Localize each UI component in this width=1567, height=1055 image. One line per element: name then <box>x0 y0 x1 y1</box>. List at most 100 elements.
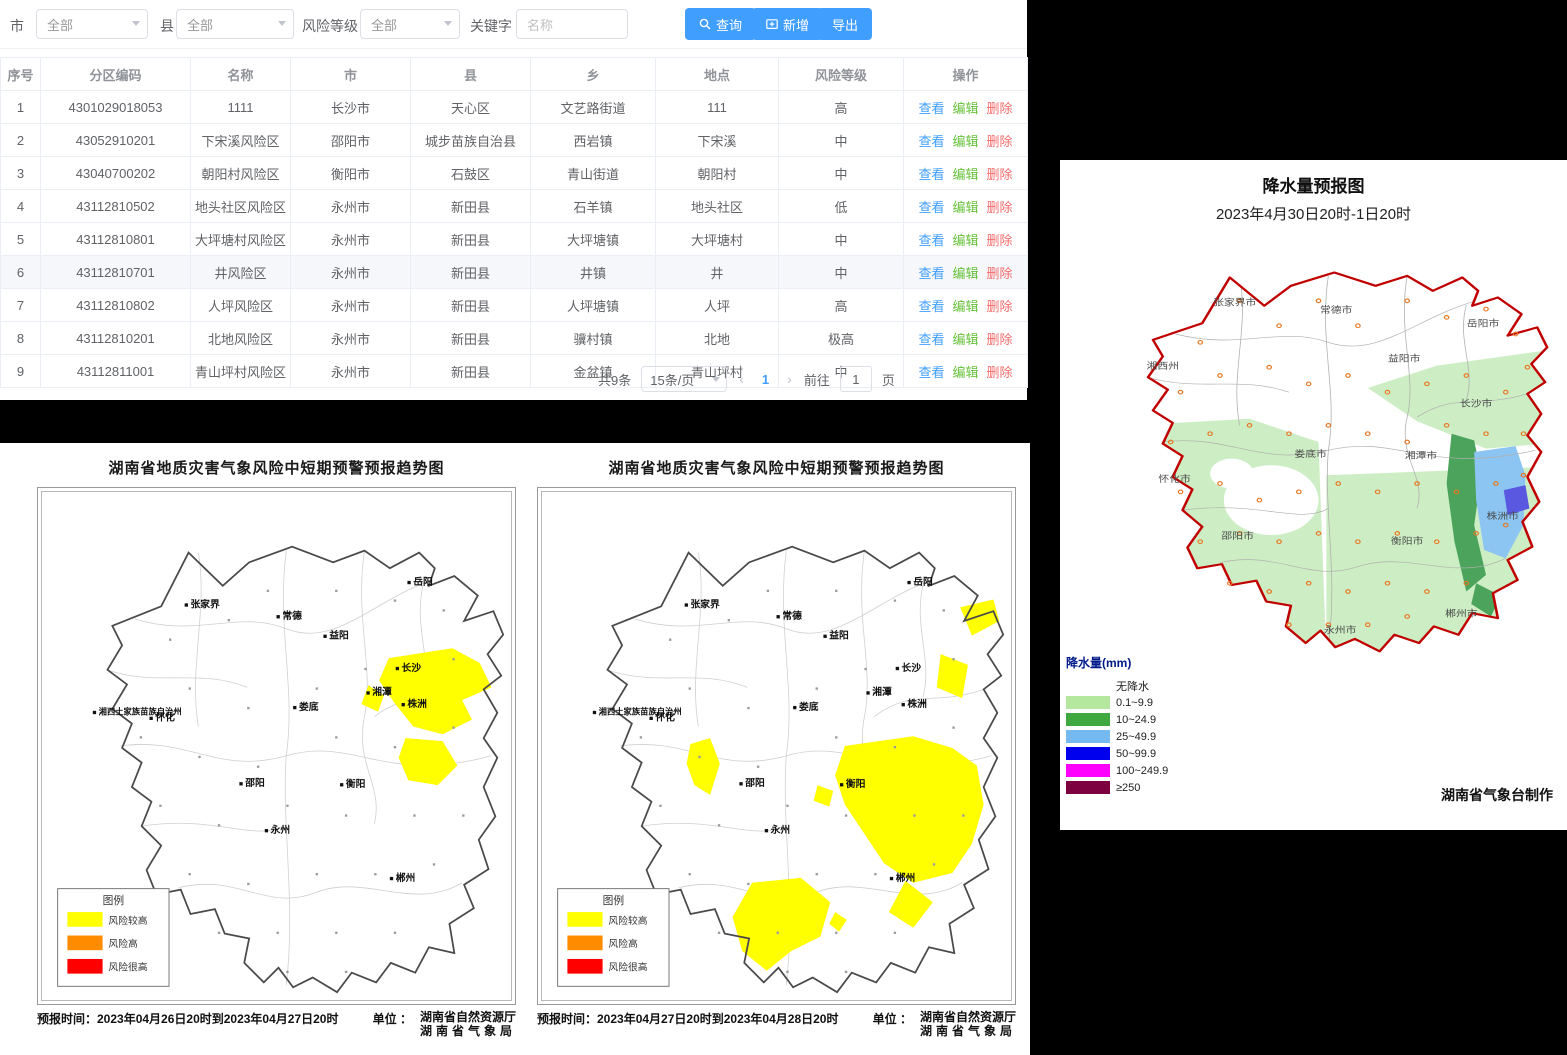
cell-name: 下宋溪风险区 <box>191 124 291 157</box>
delete-link[interactable]: 删除 <box>987 200 1013 215</box>
city-label: 怀化 <box>155 711 175 724</box>
next-page-button[interactable]: › <box>785 371 794 387</box>
cell-code: 43112810801 <box>41 223 191 256</box>
cell-name: 1111 <box>191 91 291 124</box>
cell-city: 邵阳市 <box>291 124 411 157</box>
view-link[interactable]: 查看 <box>918 167 944 182</box>
page-size-select[interactable]: 15条/页 <box>641 366 727 392</box>
trend-map-title: 湖南省地质灾害气象风险中短期预警预报趋势图 <box>537 457 1016 478</box>
column-header: 名称 <box>191 58 291 91</box>
trend-maps-panel: 湖南省地质灾害气象风险中短期预警预报趋势图 湘西土家族苗族自治州张家界常德岳阳益… <box>0 443 1030 1055</box>
risk-filter-select[interactable]: 全部 <box>360 9 460 39</box>
precip-legend: 降水量(mm) 无降水0.1~9.910~24.925~49.950~99.91… <box>1066 654 1168 796</box>
forecast-time: 预报时间：2023年04月26日20时到2023年04月27日20时 <box>37 1010 338 1038</box>
cell-city: 永州市 <box>291 256 411 289</box>
view-link[interactable]: 查看 <box>918 200 944 215</box>
goto-page-input[interactable]: 1 <box>840 366 872 392</box>
city-filter-select[interactable]: 全部 <box>36 9 148 39</box>
view-link[interactable]: 查看 <box>918 233 944 248</box>
keyword-label: 关键字 <box>470 16 512 36</box>
legend-label: 无降水 <box>1116 678 1149 694</box>
delete-link[interactable]: 删除 <box>987 365 1013 380</box>
chevron-down-icon <box>444 21 452 26</box>
delete-link[interactable]: 删除 <box>987 266 1013 281</box>
keyword-input[interactable]: 名称 <box>516 9 628 39</box>
edit-link[interactable]: 编辑 <box>952 134 978 149</box>
cell-actions: 查看编辑删除 <box>904 223 1028 256</box>
edit-link[interactable]: 编辑 <box>952 299 978 314</box>
cell-city: 长沙市 <box>291 91 411 124</box>
cell-city: 永州市 <box>291 355 411 388</box>
view-link[interactable]: 查看 <box>918 134 944 149</box>
edit-link[interactable]: 编辑 <box>952 167 978 182</box>
edit-link[interactable]: 编辑 <box>952 365 978 380</box>
edit-link[interactable]: 编辑 <box>952 200 978 215</box>
add-button[interactable]: 新增 <box>752 8 823 40</box>
city-label: 张家界市 <box>1213 297 1256 309</box>
cell-place: 北地 <box>656 322 779 355</box>
map-credit: 湖南省气象台制作 <box>1441 785 1553 805</box>
delete-link[interactable]: 删除 <box>987 101 1013 116</box>
cell-risk: 极高 <box>779 322 904 355</box>
city-label: 永州 <box>270 823 291 836</box>
hunan-precipitation-map: 湘西州张家界市常德市岳阳市益阳市长沙市娄底市湘潭市株洲市怀化市邵阳市衡阳市永州市… <box>1082 226 1555 658</box>
precip-map-subtitle: 2023年4月30日20时-1日20时 <box>1060 203 1567 224</box>
total-count: 共9条 <box>598 370 631 389</box>
edit-link[interactable]: 编辑 <box>952 266 978 281</box>
table-row: 443112810502地头社区风险区永州市新田县石羊镇地头社区低查看编辑删除 <box>1 190 1028 223</box>
svg-text:图例: 图例 <box>103 894 124 907</box>
cell-code: 43112810502 <box>41 190 191 223</box>
cell-risk: 高 <box>779 289 904 322</box>
chevron-down-icon <box>132 21 140 26</box>
legend-label: ≥250 <box>1116 782 1140 794</box>
city-label: 邵阳市 <box>1221 530 1254 542</box>
table-row: 843112810201北地风险区永州市新田县骥村镇北地极高查看编辑删除 <box>1 322 1028 355</box>
legend-label: 10~24.9 <box>1116 714 1156 726</box>
cell-risk: 中 <box>779 157 904 190</box>
view-link[interactable]: 查看 <box>918 365 944 380</box>
cell-place: 朝阳村 <box>656 157 779 190</box>
city-label: 永州市 <box>1324 624 1357 636</box>
current-page[interactable]: 1 <box>756 372 775 387</box>
trend-map-figure-1: 湖南省地质灾害气象风险中短期预警预报趋势图 湘西土家族苗族自治州张家界常德岳阳益… <box>37 443 516 1038</box>
city-label: 娄底 <box>799 700 819 713</box>
chevron-down-icon <box>278 21 286 26</box>
table-row: 643112810701井风险区永州市新田县井镇井中查看编辑删除 <box>1 256 1028 289</box>
search-icon <box>699 18 711 30</box>
delete-link[interactable]: 删除 <box>987 233 1013 248</box>
delete-link[interactable]: 删除 <box>987 134 1013 149</box>
folder-plus-icon <box>766 18 778 30</box>
cell-actions: 查看编辑删除 <box>904 322 1028 355</box>
delete-link[interactable]: 删除 <box>987 299 1013 314</box>
view-link[interactable]: 查看 <box>918 266 944 281</box>
county-filter-select[interactable]: 全部 <box>176 9 294 39</box>
edit-link[interactable]: 编辑 <box>952 101 978 116</box>
cell-county: 新田县 <box>411 223 531 256</box>
cell-city: 永州市 <box>291 190 411 223</box>
view-link[interactable]: 查看 <box>918 101 944 116</box>
delete-link[interactable]: 删除 <box>987 332 1013 347</box>
table-row: 243052910201下宋溪风险区邵阳市城步苗族自治县西岩镇下宋溪中查看编辑删… <box>1 124 1028 157</box>
cell-actions: 查看编辑删除 <box>904 355 1028 388</box>
export-button[interactable]: 导出 <box>818 8 872 40</box>
cell-seq: 2 <box>1 124 41 157</box>
edit-link[interactable]: 编辑 <box>952 233 978 248</box>
cell-code: 43112810201 <box>41 322 191 355</box>
city-label: 株洲 <box>907 697 927 710</box>
view-link[interactable]: 查看 <box>918 299 944 314</box>
legend-item: 50~99.9 <box>1066 745 1168 762</box>
city-label: 岳阳 <box>413 575 433 588</box>
legend-swatch <box>1066 696 1110 709</box>
search-button[interactable]: 查询 <box>685 8 756 40</box>
edit-link[interactable]: 编辑 <box>952 332 978 347</box>
prev-page-button[interactable]: ‹ <box>737 371 746 387</box>
delete-link[interactable]: 删除 <box>987 167 1013 182</box>
cell-name: 青山坪村风险区 <box>191 355 291 388</box>
city-label: 岳阳 <box>913 575 933 588</box>
cell-name: 北地风险区 <box>191 322 291 355</box>
city-filter-label: 市 <box>10 16 24 36</box>
view-link[interactable]: 查看 <box>918 332 944 347</box>
cell-place: 111 <box>656 91 779 124</box>
city-label: 株洲市 <box>1487 510 1520 522</box>
cell-city: 衡阳市 <box>291 157 411 190</box>
